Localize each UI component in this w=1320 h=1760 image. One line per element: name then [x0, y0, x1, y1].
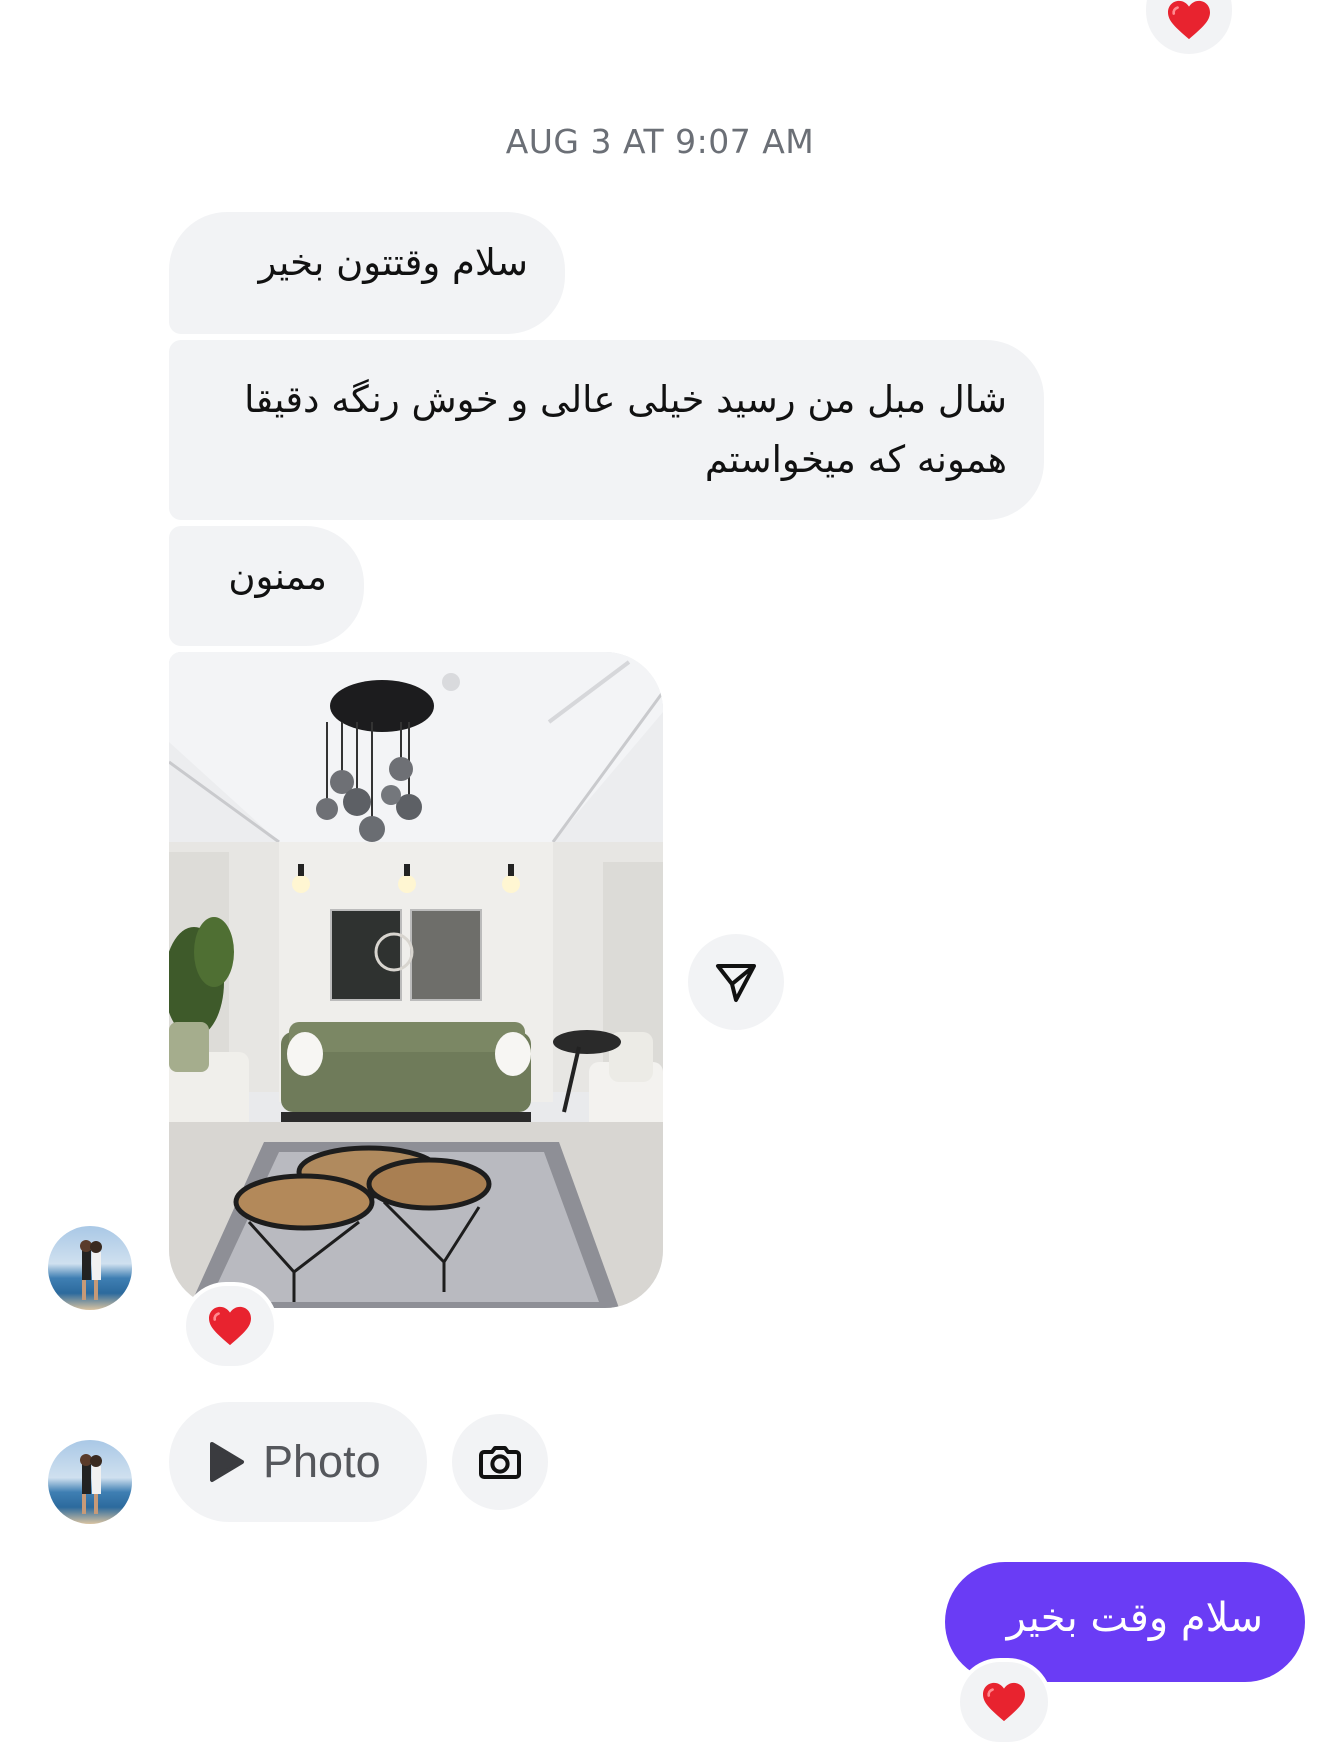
timestamp: AUG 3 AT 9:07 AM [505, 122, 815, 161]
message-text: شال مبل من رسید خیلی عالی و خوش رنگه دقی… [244, 378, 1007, 481]
incoming-message-2[interactable]: شال مبل من رسید خیلی عالی و خوش رنگه دقی… [169, 340, 1044, 520]
living-room-photo [169, 652, 663, 1308]
photo-message[interactable] [169, 652, 663, 1308]
play-icon [210, 1442, 244, 1482]
avatar-photo [80, 1454, 102, 1514]
avatar-photo [80, 1240, 102, 1300]
incoming-message-3[interactable]: ممنون [169, 526, 364, 646]
paper-plane-icon [716, 964, 756, 1002]
heart-icon [983, 1682, 1025, 1722]
message-text: سلام وقتتون بخیر [258, 241, 528, 284]
reaction-heart-top[interactable] [1146, 0, 1232, 54]
camera-icon [479, 1446, 521, 1479]
photo-reply-button[interactable]: Photo [169, 1402, 427, 1522]
message-text: ممنون [228, 555, 327, 598]
camera-button[interactable] [452, 1414, 548, 1510]
heart-icon [1168, 0, 1210, 40]
message-text: سلام وقت بخیر [1006, 1595, 1263, 1641]
share-button[interactable] [688, 934, 784, 1030]
heart-icon [209, 1306, 251, 1346]
reaction-heart-outgoing[interactable] [956, 1658, 1052, 1746]
incoming-message-1[interactable]: سلام وقتتون بخیر [169, 212, 565, 334]
avatar[interactable] [48, 1226, 132, 1310]
photo-label: Photo [263, 1436, 381, 1487]
avatar[interactable] [48, 1440, 132, 1524]
reaction-heart-photo[interactable] [182, 1282, 278, 1370]
